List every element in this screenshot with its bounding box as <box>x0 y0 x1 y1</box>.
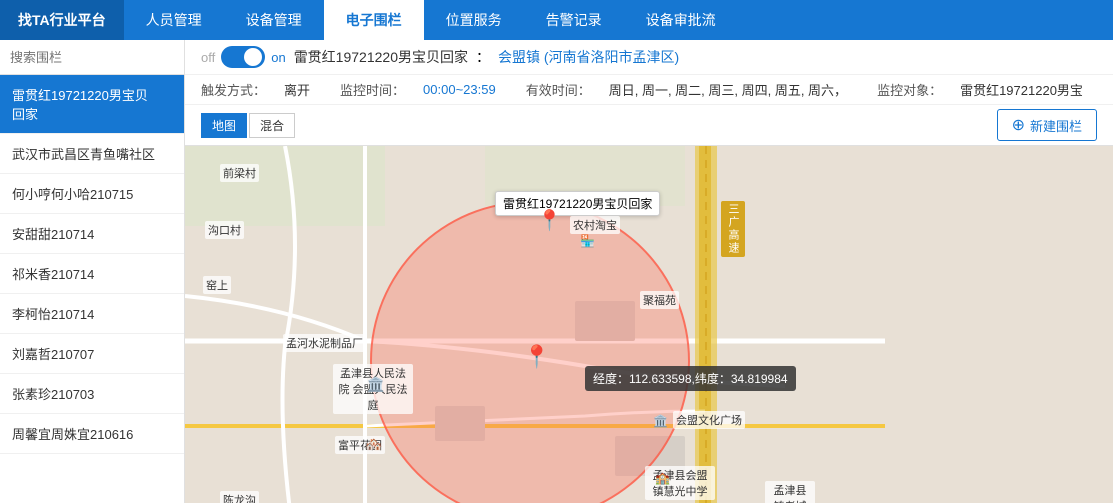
trigger-label: 触发方式： <box>201 80 266 99</box>
place-label-1: 沟口村 <box>205 221 244 239</box>
fence-title: 雷贯红19721220男宝贝回家 <box>294 47 468 67</box>
toggle-container: off on <box>201 46 286 68</box>
sidebar-item-5[interactable]: 李柯怡210714 <box>0 294 184 334</box>
map-icon-culture: 🏛️ <box>653 414 668 428</box>
top-nav: 找TA行业平台 人员管理 设备管理 电子围栏 位置服务 告警记录 设备审批流 <box>0 0 1113 40</box>
person-marker: 📍 <box>537 208 562 233</box>
trigger-value: 离开 <box>284 80 310 99</box>
nav-brand: 找TA行业平台 <box>0 0 124 40</box>
new-fence-button[interactable]: ⊕ 新建围栏 <box>997 109 1097 141</box>
monitor-target-value: 雷贯红19721220男宝 <box>960 80 1083 99</box>
place-label-highway: 三广高速 <box>721 201 745 257</box>
toggle-switch[interactable] <box>221 46 265 68</box>
map-type-hybrid[interactable]: 混合 <box>249 113 295 138</box>
info-row-details: 触发方式： 离开 监控时间： 00:00~23:59 有效时间： 周日, 周一,… <box>185 75 1113 105</box>
sidebar-item-6[interactable]: 刘嘉哲210707 <box>0 334 184 374</box>
sidebar-item-2[interactable]: 何小哼何小哈210715 <box>0 174 184 214</box>
nav-item-alert[interactable]: 告警记录 <box>524 0 624 40</box>
toggle-thumb <box>244 48 262 66</box>
nav-item-personnel[interactable]: 人员管理 <box>124 0 224 40</box>
nav-item-approval[interactable]: 设备审批流 <box>624 0 738 40</box>
place-label-0: 前梁村 <box>220 164 259 182</box>
monitor-time-value: 00:00~23:59 <box>423 82 496 97</box>
monitor-target-label: 监控对象： <box>877 80 942 99</box>
place-label-13: 孟津县 镇老城 <box>765 481 815 503</box>
sidebar-item-7[interactable]: 张素珍210703 <box>0 374 184 414</box>
map-toolbar: 地图 混合 ⊕ 新建围栏 <box>185 105 1113 146</box>
sidebar-item-1[interactable]: 武汉市武昌区青鱼嘴社区 <box>0 134 184 174</box>
map-icon-garden: 🏘️ <box>365 436 382 453</box>
place-label-9: 会盟文化广场 <box>673 411 745 429</box>
map-icon-school1: 🏫 <box>655 471 670 485</box>
sidebar-item-4[interactable]: 祁米香210714 <box>0 254 184 294</box>
map-icon-court: 🏛️ <box>367 376 384 393</box>
nav-item-device[interactable]: 设备管理 <box>224 0 324 40</box>
valid-time-value: 周日, 周一, 周二, 周三, 周四, 周五, 周六， <box>609 80 847 99</box>
nav-item-fence[interactable]: 电子围栏 <box>324 0 424 40</box>
coord-box: 经度：112.633598,纬度：34.819984 <box>585 366 796 391</box>
nav-item-location[interactable]: 位置服务 <box>424 0 524 40</box>
place-label-6: 陈龙沟 <box>220 491 259 503</box>
search-input[interactable] <box>10 50 186 65</box>
sidebar: 🔍 雷贯红19721220男宝贝回家 武汉市武昌区青鱼嘴社区 何小哼何小哈210… <box>0 40 185 503</box>
map-type-buttons: 地图 混合 <box>201 113 295 138</box>
info-row-title: off on 雷贯红19721220男宝贝回家： 会盟镇 (河南省洛阳市孟津区) <box>185 40 1113 75</box>
valid-time-label: 有效时间： <box>526 80 591 99</box>
monitor-time-label: 监控时间： <box>340 80 405 99</box>
sidebar-item-0[interactable]: 雷贯红19721220男宝贝回家 <box>0 75 184 134</box>
toggle-on-label: on <box>271 50 285 65</box>
fence-location-link[interactable]: 会盟镇 (河南省洛阳市孟津区) <box>498 47 679 67</box>
sidebar-item-8[interactable]: 周馨宜周姝宜210616 <box>0 414 184 454</box>
toggle-off-label: off <box>201 50 215 65</box>
place-label-3: 孟河水泥制品厂 <box>283 334 366 352</box>
map-icon-taobao: 🏪 <box>580 234 595 248</box>
place-label-2: 窑上 <box>203 276 231 294</box>
map-type-map[interactable]: 地图 <box>201 113 247 138</box>
main-layout: 🔍 雷贯红19721220男宝贝回家 武汉市武昌区青鱼嘴社区 何小哼何小哈210… <box>0 40 1113 503</box>
sidebar-item-3[interactable]: 安甜甜210714 <box>0 214 184 254</box>
place-label-7: 农村淘宝 <box>570 216 620 234</box>
place-label-8: 聚福苑 <box>640 291 679 309</box>
fence-center-pin: 📍 <box>523 344 550 370</box>
map-container[interactable]: 雷贯红19721220男宝贝回家 📍 📍 经度：112.633598,纬度：34… <box>185 146 1113 503</box>
fence-title-label: 雷贯红19721220男宝贝回家 <box>495 191 660 216</box>
plus-icon: ⊕ <box>1012 115 1025 135</box>
search-box: 🔍 <box>0 40 184 75</box>
content-area: off on 雷贯红19721220男宝贝回家： 会盟镇 (河南省洛阳市孟津区)… <box>185 40 1113 503</box>
sidebar-list: 雷贯红19721220男宝贝回家 武汉市武昌区青鱼嘴社区 何小哼何小哈21071… <box>0 75 184 503</box>
